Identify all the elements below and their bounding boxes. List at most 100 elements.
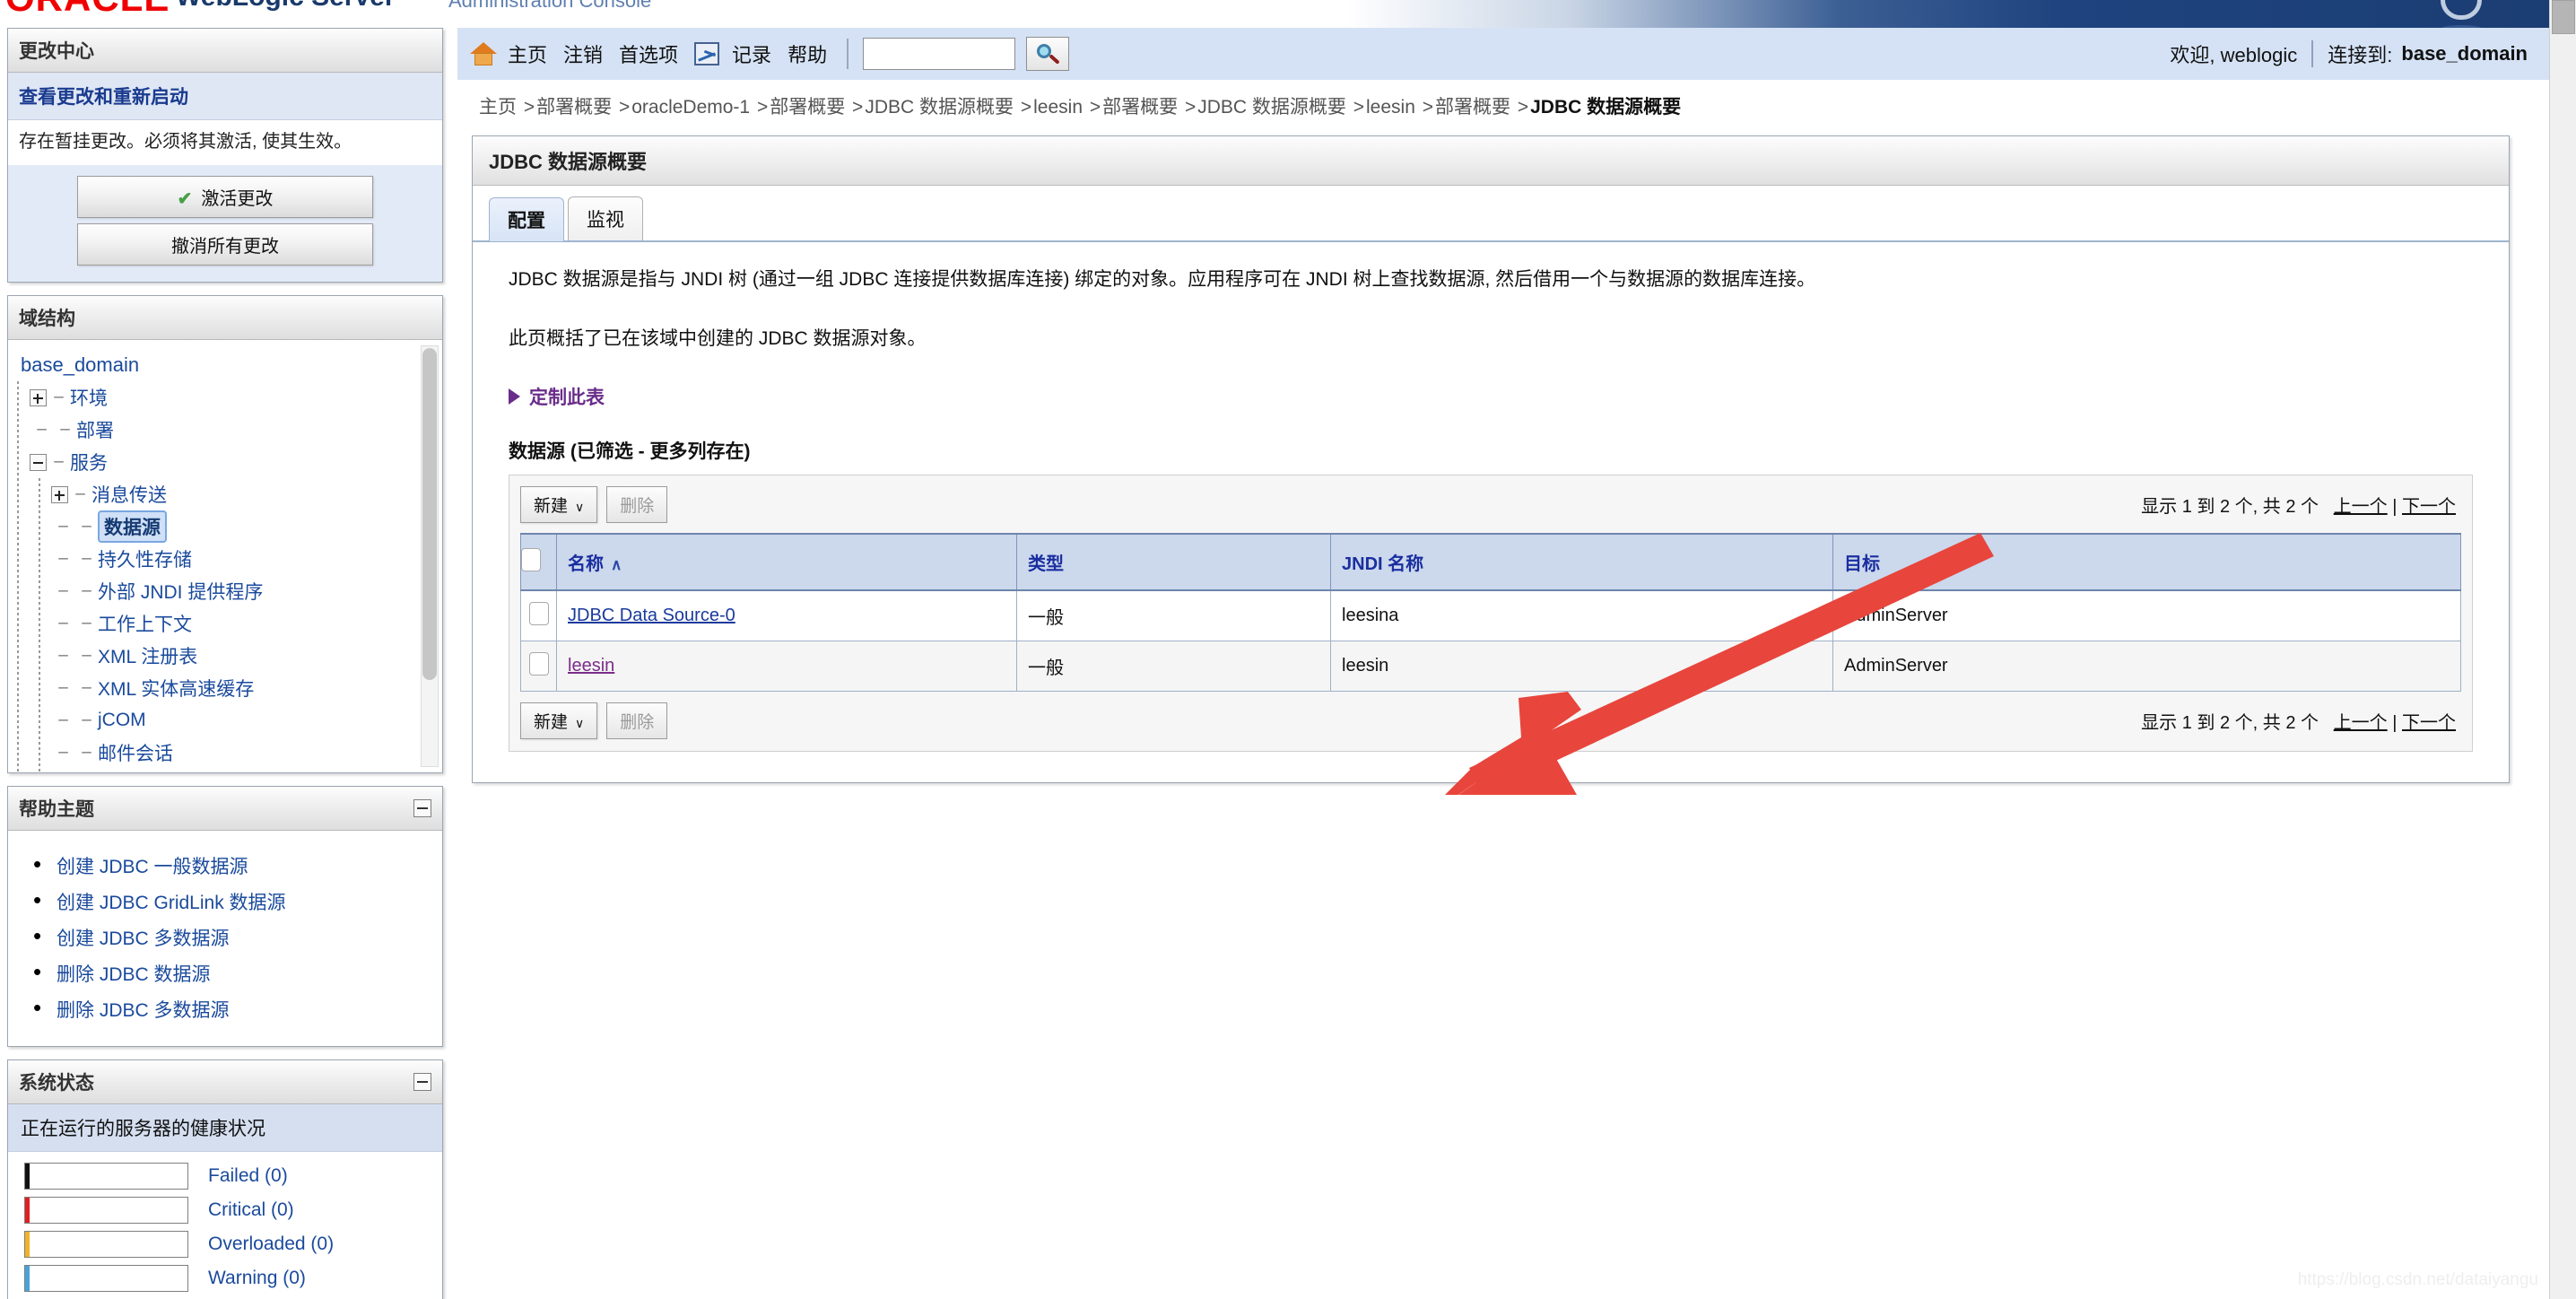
new-button-top[interactable]: 新建 ∨ — [520, 485, 598, 523]
cell-type: 一般 — [1016, 641, 1331, 692]
pager-top-prev[interactable]: 上一个 — [2334, 497, 2388, 517]
breadcrumb-item[interactable]: JDBC 数据源概要 — [865, 97, 1014, 118]
select-all-checkbox[interactable] — [521, 547, 541, 571]
breadcrumb-item[interactable]: leesin — [1366, 97, 1415, 118]
tree-node[interactable]: – – 持久性存储 — [8, 543, 442, 575]
left-sidebar: 更改中心 查看更改和重新启动 存在暂挂更改。必须将其激活, 使其生效。 ✔ 激活更… — [0, 28, 450, 1299]
breadcrumb-item[interactable]: oracleDemo-1 — [631, 97, 750, 118]
page-scrollbar[interactable] — [2549, 0, 2576, 1299]
tree-node-label[interactable]: 消息传送 — [91, 481, 167, 508]
tree-node[interactable]: – 服务 — [8, 446, 442, 478]
row-checkbox[interactable] — [528, 651, 549, 676]
expand-node-icon[interactable] — [51, 485, 68, 503]
tree-scroll-thumb[interactable] — [422, 348, 437, 680]
record-chart-icon[interactable] — [694, 42, 720, 65]
toolbar-home-link[interactable]: 主页 — [508, 39, 547, 68]
health-bar — [24, 1197, 188, 1224]
tree-node[interactable]: – – 部署 — [8, 414, 442, 446]
tree-node-label[interactable]: 部署 — [76, 416, 114, 443]
delete-button-bottom[interactable]: 删除 — [606, 702, 668, 739]
help-topic-item[interactable]: 创建 JDBC 一般数据源 — [33, 850, 442, 879]
header-name[interactable]: 名称 ∧ — [556, 533, 1017, 591]
tree-node-label[interactable]: 环境 — [70, 384, 108, 411]
change-center-title: 更改中心 — [19, 41, 94, 62]
toolbar-preferences-link[interactable]: 首选项 — [619, 39, 678, 68]
tab-configuration[interactable]: 配置 — [489, 197, 564, 241]
tab-monitoring[interactable]: 监视 — [568, 196, 643, 240]
help-topic-link[interactable]: 删除 JDBC 数据源 — [57, 964, 211, 985]
tree-node[interactable]: – – XML 实体高速缓存 — [8, 672, 442, 704]
tree-node[interactable]: – – jCOM — [8, 704, 442, 737]
tree-node[interactable]: – 消息传送 — [8, 478, 442, 510]
data-source-link[interactable]: JDBC Data Source-0 — [568, 606, 735, 625]
cell-jndi-name: leesina — [1330, 589, 1833, 641]
search-button[interactable] — [1026, 37, 1070, 71]
customize-this-table-link[interactable]: 定制此表 — [529, 383, 605, 410]
toolbar-logout-link[interactable]: 注销 — [563, 39, 603, 68]
tree-connector-icon: – — [82, 678, 91, 697]
customize-table-row[interactable]: 定制此表 — [509, 383, 2473, 410]
breadcrumb-item[interactable]: leesin — [1033, 97, 1083, 118]
view-changes-row[interactable]: 查看更改和重新启动 — [8, 73, 442, 120]
tree-node[interactable]: – – 邮件会话 — [8, 737, 442, 769]
tree-node-label[interactable]: 持久性存储 — [98, 545, 192, 572]
collapse-node-icon[interactable] — [30, 453, 47, 471]
tree-node-label[interactable]: 邮件会话 — [98, 739, 173, 766]
help-topic-item[interactable]: 创建 JDBC GridLink 数据源 — [33, 886, 442, 915]
tree-leaf-dash-icon: – — [58, 517, 68, 536]
health-status-link[interactable]: Overloaded (0) — [208, 1234, 334, 1255]
tree-node-label[interactable]: 服务 — [70, 449, 108, 475]
tree-node-root[interactable]: base_domain — [8, 349, 442, 381]
expand-node-icon[interactable] — [30, 388, 47, 406]
view-changes-and-restarts-link[interactable]: 查看更改和重新启动 — [19, 87, 188, 108]
search-input[interactable] — [863, 38, 1016, 70]
tree-scrollbar[interactable] — [421, 345, 439, 767]
tree-node[interactable]: – – 数据源 — [8, 510, 442, 543]
breadcrumb-item[interactable]: 部署概要 — [536, 97, 612, 118]
new-button-bottom[interactable]: 新建 ∨ — [520, 702, 598, 739]
header-type[interactable]: 类型 — [1016, 533, 1331, 591]
tree-node[interactable]: ––File T3 — [8, 769, 442, 772]
help-topic-link[interactable]: 创建 JDBC GridLink 数据源 — [57, 893, 286, 913]
breadcrumb-item[interactable]: 主页 — [479, 97, 517, 118]
delete-button-top[interactable]: 删除 — [606, 485, 668, 523]
data-source-link[interactable]: leesin — [568, 656, 614, 676]
page-scroll-thumb[interactable] — [2552, 0, 2575, 34]
pager-bottom-next[interactable]: 下一个 — [2402, 713, 2456, 733]
activate-changes-button[interactable]: ✔ 激活更改 — [77, 176, 373, 218]
collapse-icon[interactable] — [413, 799, 431, 817]
pager-top-next[interactable]: 下一个 — [2402, 497, 2456, 517]
breadcrumb-item[interactable]: JDBC 数据源概要 — [1197, 97, 1346, 118]
undo-all-changes-button[interactable]: 撤消所有更改 — [77, 223, 373, 266]
health-status-link[interactable]: Failed (0) — [208, 1165, 288, 1187]
health-status-link[interactable]: Warning (0) — [208, 1268, 306, 1289]
toolbar-record-link[interactable]: 记录 — [732, 39, 771, 68]
tree-node-label[interactable]: 外部 JNDI 提供程序 — [98, 578, 263, 605]
help-topic-link[interactable]: 创建 JDBC 一般数据源 — [57, 857, 248, 877]
row-checkbox[interactable] — [528, 601, 549, 625]
pager-bottom-prev[interactable]: 上一个 — [2334, 713, 2388, 733]
help-topic-link[interactable]: 删除 JDBC 多数据源 — [57, 1000, 230, 1021]
collapse-icon[interactable] — [413, 1073, 431, 1091]
toolbar-help-link[interactable]: 帮助 — [788, 39, 827, 68]
tree-node-label[interactable]: jCOM — [98, 710, 146, 731]
breadcrumb-item[interactable]: 部署概要 — [770, 97, 845, 118]
tree-node[interactable]: – – XML 注册表 — [8, 640, 442, 672]
tree-node-label[interactable]: XML 注册表 — [98, 642, 197, 669]
tree-node[interactable]: – – 工作上下文 — [8, 607, 442, 640]
header-target[interactable]: 目标 — [1832, 533, 2461, 591]
tree-node-label[interactable]: 数据源 — [98, 510, 167, 543]
health-status-link[interactable]: Critical (0) — [208, 1199, 294, 1221]
pager-bottom-sep: | — [2392, 713, 2398, 733]
help-topic-item[interactable]: 删除 JDBC 数据源 — [33, 958, 442, 987]
help-topic-link[interactable]: 创建 JDBC 多数据源 — [57, 928, 230, 949]
breadcrumb-item[interactable]: 部署概要 — [1102, 97, 1178, 118]
tree-node[interactable]: – – 外部 JNDI 提供程序 — [8, 575, 442, 607]
header-jndi-name[interactable]: JNDI 名称 — [1330, 533, 1833, 591]
breadcrumb-item[interactable]: 部署概要 — [1435, 97, 1510, 118]
tree-node[interactable]: – 环境 — [8, 381, 442, 414]
help-topic-item[interactable]: 创建 JDBC 多数据源 — [33, 922, 442, 951]
tree-node-label[interactable]: XML 实体高速缓存 — [98, 675, 254, 702]
tree-node-label[interactable]: 工作上下文 — [98, 610, 192, 637]
help-topic-item[interactable]: 删除 JDBC 多数据源 — [33, 994, 442, 1023]
